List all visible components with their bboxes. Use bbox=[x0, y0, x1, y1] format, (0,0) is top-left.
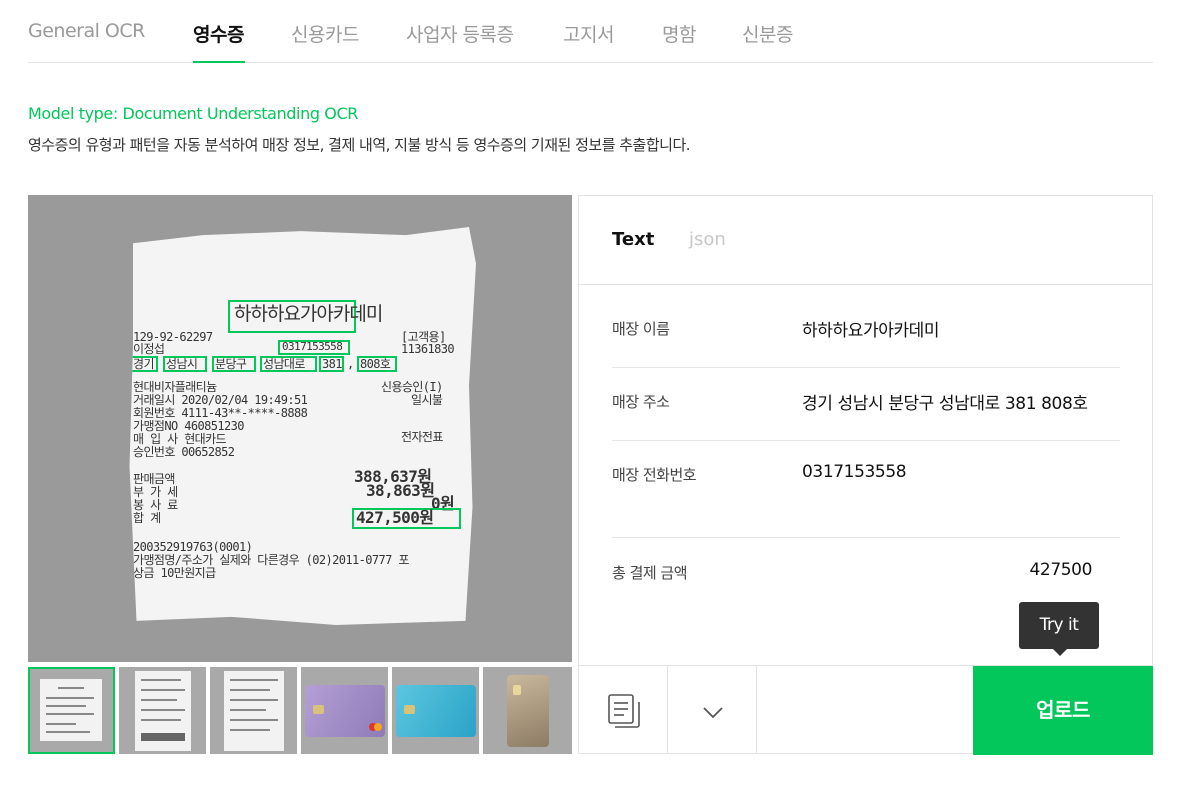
receipt-owner: 이정섭 bbox=[133, 342, 165, 356]
receipt-slip: 전자전표 bbox=[401, 430, 443, 444]
thumbnail-card-1[interactable] bbox=[301, 667, 388, 754]
field-value: 경기 성남시 분당구 성남대로 381 808호 bbox=[802, 394, 1088, 414]
field-row-store-phone: 매장 전화번호 0317153558 bbox=[612, 440, 1120, 538]
tab-credit-card[interactable]: 신용카드 bbox=[291, 20, 359, 47]
field-label: 총 결제 금액 bbox=[612, 564, 688, 582]
ocr-type-tabs: General OCR 영수증 신용카드 사업자 등록증 고지서 명함 신분증 bbox=[28, 0, 1153, 63]
receipt-phone: 0317153558 bbox=[282, 340, 343, 353]
receipt-card-name: 현대비자플래티늄 bbox=[133, 380, 217, 394]
receipt-footer-reward: 상금 10만원지급 bbox=[133, 566, 216, 580]
field-row-store-address: 매장 주소 경기 성남시 분당구 성남대로 381 808호 bbox=[612, 367, 1120, 441]
receipt-addr-part: 성남대로 bbox=[263, 357, 305, 371]
field-value: 427500 bbox=[1029, 560, 1093, 580]
receipt-addr-part: 분당구 bbox=[215, 357, 247, 371]
action-bar: 업로드 bbox=[579, 665, 1153, 755]
receipt-paper: 하하하요가아카데미 129-92-62297 [고객용] 이정섭 0317153… bbox=[129, 227, 476, 625]
receipt-number: 11361830 bbox=[401, 342, 455, 356]
receipt-installment: 일시불 bbox=[411, 393, 443, 407]
copy-icon bbox=[608, 694, 640, 732]
tab-business-registration[interactable]: 사업자 등록증 bbox=[406, 20, 514, 47]
options-dropdown[interactable] bbox=[668, 666, 757, 754]
active-tab-indicator bbox=[193, 61, 245, 63]
receipt-card-line: 회원번호 4111-43**-****-8888 bbox=[133, 406, 308, 420]
receipt-approval-line: 승인번호 00652852 bbox=[133, 445, 235, 459]
feature-description: 영수증의 유형과 패턴을 자동 분석하여 매장 정보, 결제 내역, 지불 방식… bbox=[28, 136, 691, 154]
field-label: 매장 주소 bbox=[612, 393, 670, 411]
result-panel: Text json 매장 이름 하하하요가아카데미 매장 주소 경기 성남시 분… bbox=[578, 195, 1153, 755]
receipt-tax-label: 부 가 세 bbox=[133, 485, 178, 499]
receipt-addr-part: 성남시 bbox=[166, 357, 198, 371]
receipt-date-line: 거래일시 2020/02/04 19:49:51 bbox=[133, 393, 308, 407]
field-value: 0317153558 bbox=[802, 462, 907, 482]
upload-button[interactable]: 업로드 bbox=[973, 666, 1153, 755]
receipt-merchant-line: 가맹점NO 460851230 bbox=[133, 419, 244, 433]
receipt-store-name: 하하하요가아카데미 bbox=[234, 303, 383, 325]
receipt-footer-code: 200352919763(0001) bbox=[133, 540, 253, 554]
try-it-tooltip: Try it bbox=[1019, 602, 1099, 656]
result-format-tabs: Text json bbox=[579, 196, 1152, 285]
thumbnail-receipt-1[interactable] bbox=[28, 667, 115, 754]
thumbnail-card-3[interactable] bbox=[483, 667, 572, 754]
tab-json[interactable]: json bbox=[689, 229, 726, 250]
tab-general-ocr[interactable]: General OCR bbox=[28, 20, 145, 42]
tab-business-card[interactable]: 명함 bbox=[662, 20, 696, 47]
chevron-down-icon bbox=[703, 704, 723, 723]
receipt-total-label: 합 계 bbox=[133, 511, 161, 525]
thumbnail-receipt-2[interactable] bbox=[119, 667, 206, 754]
receipt-preview-image: 하하하요가아카데미 129-92-62297 [고객용] 이정섭 0317153… bbox=[28, 195, 572, 662]
receipt-tax-value: 38,863원 bbox=[366, 481, 435, 500]
model-type-label: Model type: Document Understanding OCR bbox=[28, 104, 358, 123]
receipt-addr-part: , bbox=[347, 357, 354, 371]
receipt-sales-label: 판매금액 bbox=[133, 472, 175, 486]
tab-bill[interactable]: 고지서 bbox=[563, 20, 614, 47]
receipt-approval: 신용승인(I) bbox=[381, 380, 443, 394]
field-value: 하하하요가아카데미 bbox=[802, 321, 940, 341]
thumbnail-receipt-3[interactable] bbox=[210, 667, 297, 754]
receipt-addr-part: 경기 bbox=[133, 357, 154, 371]
copy-button[interactable] bbox=[579, 666, 668, 754]
field-label: 매장 전화번호 bbox=[612, 466, 697, 484]
receipt-addr-part: 381 bbox=[322, 357, 342, 371]
sample-thumbnails bbox=[28, 667, 572, 754]
receipt-issuer-line: 매 입 사 현대카드 bbox=[133, 432, 227, 446]
thumbnail-card-2[interactable] bbox=[392, 667, 479, 754]
tab-receipt[interactable]: 영수증 bbox=[193, 20, 244, 47]
receipt-addr-part: 808호 bbox=[360, 357, 391, 371]
field-row-total-amount: 총 결제 금액 427500 bbox=[612, 538, 1120, 612]
field-row-store-name: 매장 이름 하하하요가아카데미 bbox=[612, 294, 1120, 368]
receipt-service-label: 봉 사 료 bbox=[133, 498, 178, 512]
tab-id-card[interactable]: 신분증 bbox=[742, 20, 793, 47]
receipt-total-value: 427,500원 bbox=[356, 508, 434, 527]
field-label: 매장 이름 bbox=[612, 320, 670, 338]
receipt-footer-notice: 가맹점명/주소가 실제와 다른경우 (02)2011-0777 포 bbox=[133, 553, 409, 567]
tab-text[interactable]: Text bbox=[612, 229, 654, 250]
